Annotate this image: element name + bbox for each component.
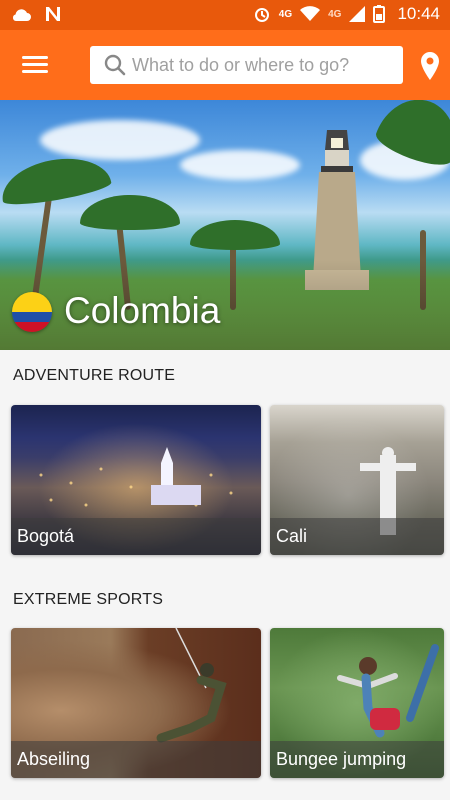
card-abseiling[interactable]: Abseiling	[11, 628, 261, 778]
data-badge: 4G	[328, 8, 342, 20]
card-label: Abseiling	[17, 749, 91, 769]
app-bar	[0, 30, 450, 100]
status-bar: 4G 4G 10:44	[0, 0, 450, 30]
card-label: Cali	[276, 526, 308, 546]
section-title-extreme-sports: EXTREME SPORTS	[13, 591, 164, 608]
n-notification-icon	[46, 7, 60, 21]
card-cali[interactable]: Cali	[270, 405, 444, 555]
palm-leaves	[0, 150, 113, 210]
card-caption: Cali	[270, 518, 444, 555]
card-label: Bogotá	[17, 526, 75, 546]
battery-icon	[373, 5, 386, 23]
hero-title: Colombia	[64, 290, 221, 331]
card-caption: Abseiling	[11, 741, 261, 778]
alarm-icon	[254, 8, 269, 22]
statue-arms	[360, 463, 416, 471]
statue-head	[382, 447, 394, 459]
cloud	[40, 120, 200, 160]
search-bar[interactable]	[90, 46, 403, 84]
card-caption: Bogotá	[11, 518, 261, 555]
cloud-icon	[12, 9, 31, 21]
palm-leaves	[80, 195, 180, 230]
card-label: Bungee jumping	[276, 749, 407, 769]
hero-banner[interactable]: Colombia	[0, 100, 450, 350]
hamburger-menu-icon[interactable]	[18, 52, 52, 78]
network-label: 4G	[278, 8, 293, 20]
cloud	[180, 150, 300, 180]
palm-leaves	[190, 220, 280, 250]
section-title-adventure-route: ADVENTURE ROUTE	[13, 367, 176, 384]
wifi-icon	[300, 6, 321, 21]
colombia-flag-icon	[12, 292, 52, 332]
card-bogota[interactable]: Bogotá	[11, 405, 261, 555]
clock: 10:44	[397, 4, 440, 23]
card-caption: Bungee jumping	[270, 741, 444, 778]
search-icon	[104, 54, 126, 76]
signal-icon	[349, 6, 366, 22]
card-bungee-jumping[interactable]: Bungee jumping	[270, 628, 444, 778]
search-input[interactable]	[132, 54, 392, 76]
location-pin-icon[interactable]	[418, 52, 442, 80]
